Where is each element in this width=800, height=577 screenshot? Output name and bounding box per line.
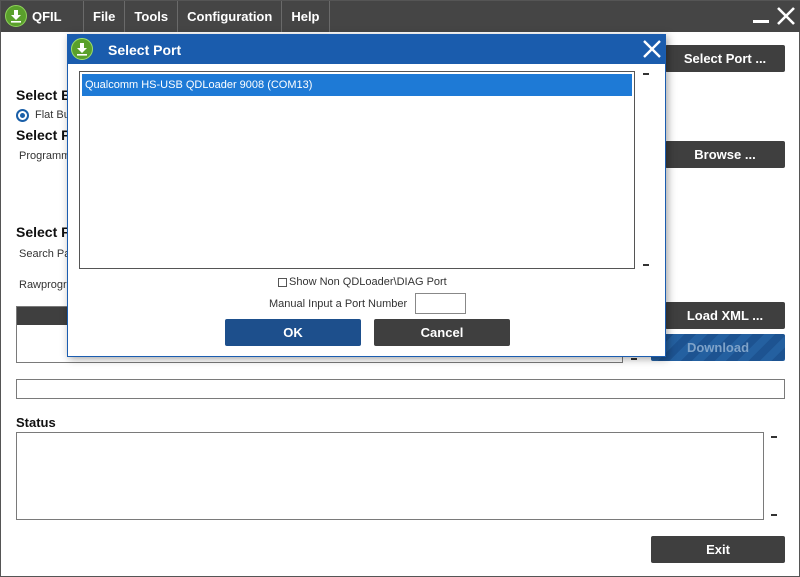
port-list-scroll-down[interactable] (643, 264, 649, 266)
status-scroll-up[interactable] (771, 436, 777, 438)
flat-build-label: Flat Bu (35, 109, 70, 121)
exit-button[interactable]: Exit (651, 536, 785, 563)
show-non-qdloader-option[interactable]: Show Non QDLoader\DIAG Port (278, 276, 447, 288)
title-bar: QFIL File Tools Configuration Help (1, 1, 800, 32)
menu-configuration[interactable]: Configuration (177, 1, 281, 32)
close-icon[interactable] (642, 39, 662, 62)
select-port-button[interactable]: Select Port ... (665, 45, 785, 72)
status-log[interactable] (16, 432, 764, 520)
cancel-button[interactable]: Cancel (374, 319, 510, 346)
minimize-icon[interactable] (753, 20, 769, 23)
flat-build-radio[interactable] (16, 109, 29, 122)
port-list[interactable]: Qualcomm HS-USB QDLoader 9008 (COM13) (79, 71, 635, 269)
menu-bar: File Tools Configuration Help (83, 1, 330, 32)
scroll-marker (631, 358, 637, 360)
select-programmer-heading: Select P (16, 127, 71, 143)
port-list-scroll-up[interactable] (643, 73, 649, 75)
search-path-label: Search Pa (19, 248, 71, 260)
menu-tools[interactable]: Tools (124, 1, 177, 32)
download-arrow-icon (71, 38, 93, 60)
dialog-title: Select Port (108, 42, 182, 58)
status-heading: Status (16, 415, 56, 430)
status-scroll-down[interactable] (771, 514, 777, 516)
menu-file[interactable]: File (83, 1, 124, 32)
show-non-qdloader-checkbox[interactable] (278, 277, 287, 287)
show-non-qdloader-label: Show Non QDLoader\DIAG Port (289, 276, 447, 288)
port-list-item[interactable]: Qualcomm HS-USB QDLoader 9008 (COM13) (82, 74, 632, 96)
qfil-main-window: QFIL File Tools Configuration Help Selec… (0, 0, 800, 577)
select-flat-build-heading: Select F (16, 224, 70, 240)
manual-port-input[interactable] (415, 293, 466, 314)
download-arrow-icon (5, 5, 27, 27)
load-xml-button[interactable]: Load XML ... (665, 302, 785, 329)
browse-button[interactable]: Browse ... (665, 141, 785, 168)
ok-button[interactable]: OK (225, 319, 361, 346)
dialog-title-bar[interactable]: Select Port (68, 35, 665, 64)
select-build-heading: Select B (16, 87, 72, 103)
menu-help[interactable]: Help (281, 1, 330, 32)
select-port-dialog: Select Port Qualcomm HS-USB QDLoader 900… (67, 34, 666, 357)
progress-bar (16, 379, 785, 399)
download-button[interactable]: Download (651, 334, 785, 361)
rawprogram-label: Rawprogra (19, 279, 73, 291)
close-icon[interactable] (776, 6, 796, 29)
manual-port-label: Manual Input a Port Number (269, 298, 408, 310)
app-name: QFIL (32, 9, 62, 24)
